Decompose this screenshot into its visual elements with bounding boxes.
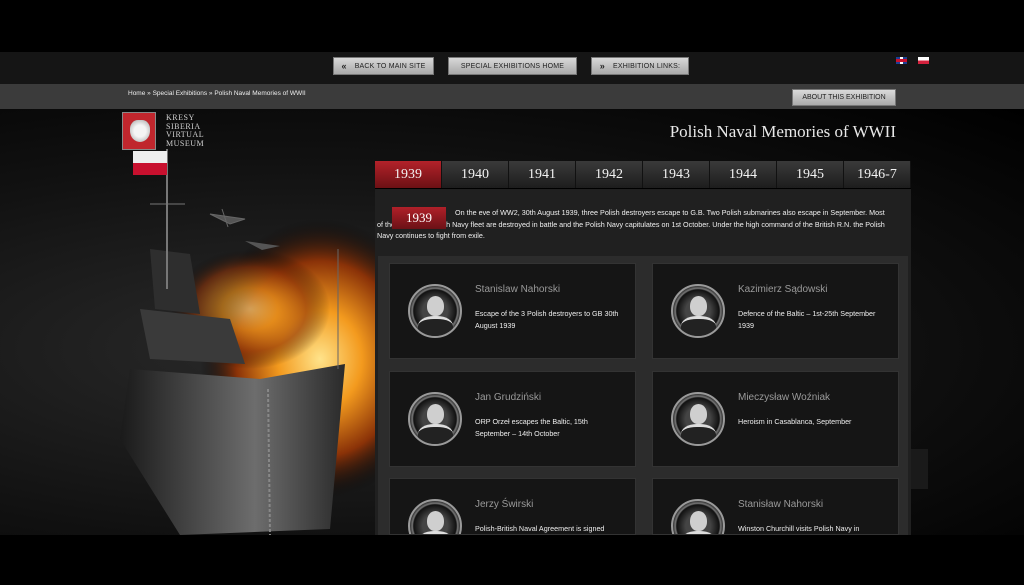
polish-language-flag-icon[interactable] bbox=[918, 57, 929, 64]
person-card[interactable]: Kazimierz Sądowski Defence of the Baltic… bbox=[652, 263, 899, 359]
person-name: Stanislaw Nahorski bbox=[475, 284, 561, 295]
logo-line-4: MUSEUM bbox=[166, 138, 205, 148]
exhibition-links-button[interactable]: » EXHIBITION LINKS: bbox=[591, 57, 689, 75]
person-description: Heroism in Casablanca, September bbox=[738, 417, 852, 426]
intro-year-badge: 1939 bbox=[392, 207, 446, 229]
tab-1945[interactable]: 1945 bbox=[777, 161, 844, 188]
person-name: Kazimierz Sądowski bbox=[738, 284, 828, 295]
breadcrumb[interactable]: Home » Special Exhibitions » Polish Nava… bbox=[128, 90, 306, 97]
tab-1939[interactable]: 1939 bbox=[375, 161, 442, 188]
tab-1944[interactable]: 1944 bbox=[710, 161, 777, 188]
portrait-avatar bbox=[671, 499, 725, 534]
portrait-avatar bbox=[408, 284, 462, 338]
special-exhibitions-home-button[interactable]: SPECIAL EXHIBITIONS HOME bbox=[448, 57, 577, 75]
back-to-main-site-button[interactable]: « BACK TO MAIN SITE bbox=[333, 57, 434, 75]
person-card[interactable]: Mieczysław Woźniak Heroism in Casablanca… bbox=[652, 371, 899, 467]
tab-1941[interactable]: 1941 bbox=[509, 161, 576, 188]
special-exhibitions-home-label: SPECIAL EXHIBITIONS HOME bbox=[460, 62, 565, 70]
about-this-exhibition-button[interactable]: ABOUT THIS EXHIBITION bbox=[792, 89, 896, 106]
double-chevron-left-icon: « bbox=[341, 61, 347, 71]
page-title: Polish Naval Memories of WWII bbox=[669, 122, 896, 141]
portrait-avatar bbox=[408, 499, 462, 534]
person-description: Escape of the 3 Polish destroyers to GB … bbox=[475, 309, 619, 330]
white-eagle-emblem-icon bbox=[122, 112, 156, 150]
exhibition-links-label: EXHIBITION LINKS: bbox=[613, 62, 681, 70]
person-name: Jerzy Świrski bbox=[475, 499, 534, 510]
bottom-letterbox bbox=[0, 535, 1024, 585]
portrait-avatar bbox=[408, 392, 462, 446]
intro-text: On the eve of WW2, 30th August 1939, thr… bbox=[377, 208, 885, 240]
back-to-main-site-label: BACK TO MAIN SITE bbox=[354, 62, 426, 70]
person-card[interactable]: Jerzy Świrski Polish-British Naval Agree… bbox=[389, 478, 636, 535]
person-name: Jan Grudziński bbox=[475, 392, 542, 403]
person-description: Defence of the Baltic – 1st-25th Septemb… bbox=[738, 309, 876, 330]
tab-1943[interactable]: 1943 bbox=[643, 161, 710, 188]
person-card[interactable]: Jan Grudziński ORP Orzeł escapes the Bal… bbox=[389, 371, 636, 467]
english-language-flag-icon[interactable] bbox=[896, 57, 907, 64]
person-card[interactable]: Stanislaw Nahorski Escape of the 3 Polis… bbox=[389, 263, 636, 359]
person-name: Stanisław Nahorski bbox=[738, 499, 824, 510]
person-description: Winston Churchill visits Polish Navy in bbox=[738, 524, 860, 533]
tab-1946-7[interactable]: 1946-7 bbox=[844, 161, 911, 188]
tab-1940[interactable]: 1940 bbox=[442, 161, 509, 188]
portrait-avatar bbox=[671, 392, 725, 446]
portrait-avatar bbox=[671, 284, 725, 338]
logo-text: KRESY SIBERIA VIRTUAL MUSEUM bbox=[166, 113, 205, 148]
person-description: Polish-British Naval Agreement is signed bbox=[475, 524, 605, 533]
tab-1942[interactable]: 1942 bbox=[576, 161, 643, 188]
person-card[interactable]: Stanisław Nahorski Winston Churchill vis… bbox=[652, 478, 899, 535]
double-chevron-down-icon: » bbox=[599, 61, 605, 71]
year-tabs: 1939 1940 1941 1942 1943 1944 1945 1946-… bbox=[375, 161, 911, 189]
person-name: Mieczysław Woźniak bbox=[738, 392, 831, 403]
kresy-siberia-logo[interactable]: KRESY SIBERIA VIRTUAL MUSEUM bbox=[122, 112, 212, 152]
person-description: ORP Orzeł escapes the Baltic, 15th Septe… bbox=[475, 417, 588, 438]
